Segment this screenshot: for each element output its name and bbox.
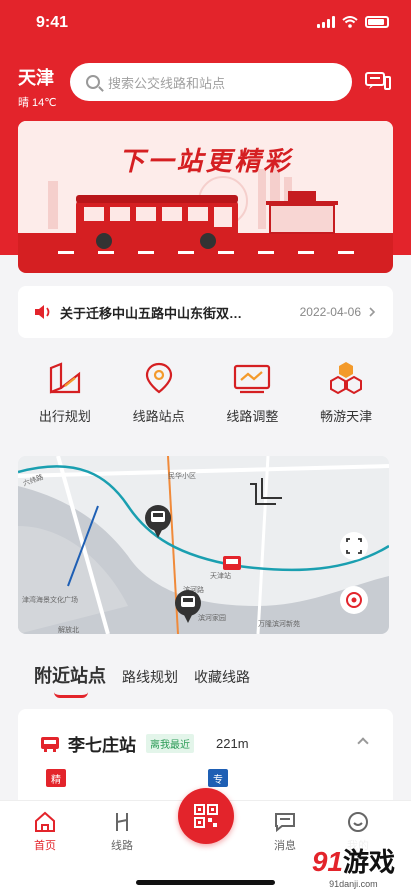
map-label: 万隆滨河新苑 <box>258 619 300 628</box>
promo-banner[interactable]: 下一站更精彩 <box>18 121 393 273</box>
tab-route-planning[interactable]: 路线规划 <box>122 667 178 687</box>
home-indicator <box>136 880 275 885</box>
map-label: 天津站 <box>210 571 231 580</box>
tabbar-label: 线路 <box>111 840 133 852</box>
quick-action-line-adjust[interactable]: 线路调整 <box>212 360 292 425</box>
status-bar: 9:41 <box>0 0 411 44</box>
map-label: 滨河家园 <box>198 613 226 622</box>
city-name: 天津 <box>18 68 54 88</box>
quick-action-label: 线路站点 <box>132 409 185 424</box>
nearest-badge: 离我最近 <box>146 734 194 753</box>
location-pin-icon <box>145 362 172 394</box>
location-weather[interactable]: 天津 晴 14℃ <box>18 64 57 110</box>
hexagon-cluster-icon <box>330 362 363 395</box>
message-icon[interactable] <box>365 72 391 92</box>
tab-active-indicator <box>54 692 88 698</box>
wifi-icon <box>342 16 358 28</box>
status-icons <box>317 16 389 28</box>
battery-icon <box>365 16 389 28</box>
map-canvas: 六纬路 民华小区 天津站 滨河路 滨河家园 万隆滨河新苑 津湾海景文化广场 解放… <box>18 456 389 634</box>
speaker-icon <box>35 305 50 319</box>
station-marker[interactable] <box>223 556 241 570</box>
qr-code-icon <box>194 804 218 828</box>
quick-action-route-plan[interactable]: 出行规划 <box>25 360 105 425</box>
station-name: 李七庄站 <box>68 736 136 755</box>
line-adjust-icon <box>234 364 271 394</box>
tabbar-label: 首页 <box>34 840 56 852</box>
home-icon <box>35 811 55 832</box>
quick-action-label: 畅游天津 <box>320 409 373 424</box>
station-header: 李七庄站 离我最近 221m <box>40 731 249 756</box>
weather-text: 晴 14℃ <box>18 97 57 109</box>
search-icon <box>86 75 100 89</box>
search-input[interactable]: 搜索公交线路和站点 <box>70 63 352 101</box>
watermark-logo: 91游戏 91danji.com <box>303 838 403 893</box>
watermark-mark: 91游戏 91danji.com <box>312 842 395 889</box>
route-lines-icon <box>116 813 128 831</box>
fullscreen-button[interactable] <box>340 532 368 560</box>
nearby-map[interactable]: 六纬路 民华小区 天津站 滨河路 滨河家园 万隆滨河新苑 津湾海景文化广场 解放… <box>18 456 389 634</box>
quick-action-tour-tianjin[interactable]: 畅游天津 <box>306 360 386 425</box>
route-plan-icon <box>49 362 80 394</box>
tab-label: 附近站点 <box>34 666 106 686</box>
chevron-right-icon <box>369 307 376 317</box>
search-placeholder: 搜索公交线路和站点 <box>108 75 226 91</box>
tab-nearby-stations[interactable]: 附近站点 <box>34 662 106 698</box>
bus-stop-icon <box>41 736 59 752</box>
map-label: 解放北 <box>58 625 79 634</box>
watermark-number: 91 <box>311 846 343 877</box>
line-tag[interactable]: 专 <box>208 769 228 787</box>
notice-date: 2022-04-06 <box>299 305 361 319</box>
station-tabs: 附近站点 路线规划 收藏线路 <box>34 662 250 698</box>
map-label: 民华小区 <box>168 471 196 480</box>
tab-favorite-lines[interactable]: 收藏线路 <box>194 667 250 687</box>
locate-button[interactable] <box>340 586 368 614</box>
chevron-up-icon[interactable] <box>357 737 369 749</box>
qr-scan-button[interactable] <box>178 788 234 844</box>
watermark-url: 91danji.com <box>329 879 378 889</box>
banner-title: 下一站更精彩 <box>118 146 293 176</box>
notice-text: 关于迁移中山五路中山东街双… <box>60 305 243 321</box>
notice-bar[interactable]: 关于迁移中山五路中山东街双… 2022-04-06 <box>18 286 393 338</box>
cellular-signal-icon <box>317 16 335 28</box>
tabbar-label: 消息 <box>274 840 296 852</box>
quick-actions: 出行规划 线路站点 线路调整 畅游天津 <box>18 360 393 425</box>
tabbar-lines[interactable]: 线路 <box>92 811 152 853</box>
chat-icon <box>275 813 295 833</box>
tabbar-home[interactable]: 首页 <box>15 811 75 853</box>
quick-action-line-station[interactable]: 线路站点 <box>119 360 199 425</box>
status-time: 9:41 <box>36 14 69 31</box>
station-distance: 221m <box>216 736 249 751</box>
watermark-text: 游戏 <box>342 847 395 877</box>
smile-icon <box>348 812 368 832</box>
map-label: 津湾海景文化广场 <box>22 595 78 604</box>
quick-action-label: 出行规划 <box>38 409 91 424</box>
quick-action-label: 线路调整 <box>226 409 279 424</box>
line-tag[interactable]: 精 <box>46 769 66 787</box>
